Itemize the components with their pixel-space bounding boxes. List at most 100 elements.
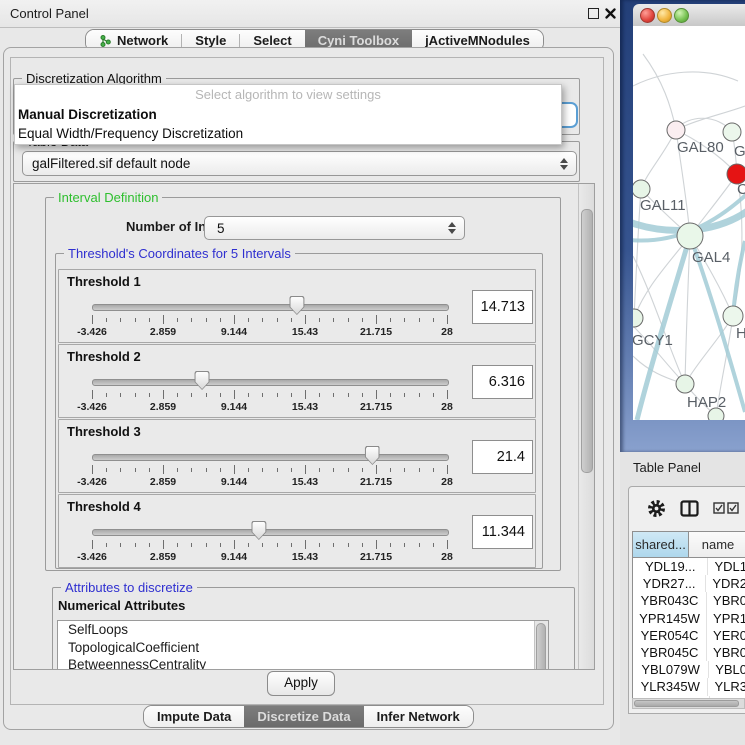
list-scrollbar[interactable] — [534, 621, 548, 670]
algorithm-option-equal-width-frequency-discretization[interactable]: Equal Width/Frequency Discretization — [15, 124, 561, 143]
algorithm-option-manual-discretization[interactable]: Manual Discretization — [15, 105, 561, 124]
threshold-value-field[interactable]: 21.4 — [472, 440, 533, 474]
column-layout-icon[interactable] — [680, 500, 699, 517]
column-header-name[interactable]: name — [689, 532, 745, 557]
attributes-group: Attributes to discretize Numerical Attri… — [52, 587, 575, 670]
scrollbar-thumb[interactable] — [634, 700, 739, 707]
slider-thumb[interactable] — [365, 446, 380, 465]
attribute-item-topologicalcoefficient[interactable]: TopologicalCoefficient — [58, 639, 548, 657]
slider-ticks — [92, 390, 447, 400]
close-traffic-light-icon[interactable] — [640, 8, 655, 23]
node-label: GAL11 — [640, 197, 686, 214]
cell-name[interactable]: YBL0 — [709, 661, 745, 678]
network-canvas[interactable]: GAL80G.CGAL11GAL4GCY1HHAP2 — [633, 26, 745, 420]
network-node[interactable] — [723, 306, 743, 326]
close-icon[interactable] — [605, 8, 616, 19]
cell-shared-name[interactable]: YPR145W — [633, 610, 707, 627]
select-columns-icon[interactable] — [713, 502, 739, 514]
float-window-icon[interactable] — [588, 8, 599, 19]
gear-icon[interactable] — [647, 499, 666, 518]
slider-thumb[interactable] — [251, 521, 266, 540]
cell-shared-name[interactable]: YBR043C — [633, 592, 707, 609]
tab-infer-network[interactable]: Infer Network — [364, 706, 473, 727]
numerical-attributes-list: SelfLoopsTopologicalCoefficientBetweenne… — [57, 620, 549, 670]
cell-shared-name[interactable]: YBR045C — [633, 644, 707, 661]
slider-track[interactable] — [92, 454, 449, 461]
table-row[interactable]: YBR043CYBR0 — [633, 592, 745, 609]
bottom-tab-bar: Impute Data Discretize Data Infer Network — [143, 705, 474, 728]
slider-ticks — [92, 540, 447, 550]
threshold-value-field[interactable]: 14.713 — [472, 290, 533, 324]
table-horizontal-scrollbar[interactable] — [632, 698, 745, 709]
tab-label: Impute Data — [157, 709, 231, 724]
threshold-value-field[interactable]: 6.316 — [472, 365, 533, 399]
combo-arrows-icon — [556, 158, 572, 170]
threshold-value-field[interactable]: 11.344 — [472, 515, 533, 549]
attribute-item-selfloops[interactable]: SelfLoops — [58, 621, 548, 639]
zoom-traffic-light-icon[interactable] — [674, 8, 689, 23]
network-window-titlebar[interactable] — [633, 4, 745, 27]
tab-label: Select — [253, 33, 291, 48]
cell-shared-name[interactable]: YLR345W — [633, 678, 708, 695]
cell-shared-name[interactable]: YDR27... — [633, 575, 706, 592]
settings-scroll-pane: Interval Definition Number of Intervals … — [13, 183, 595, 670]
threshold-slider[interactable]: -3.4262.8599.14415.4321.71528 — [92, 523, 447, 563]
tab-impute-data[interactable]: Impute Data — [144, 706, 244, 727]
scrollbar-thumb[interactable] — [581, 209, 593, 473]
apply-button[interactable]: Apply — [267, 671, 335, 696]
num-intervals-combobox[interactable]: 5 — [204, 216, 465, 240]
table-row[interactable]: YBL079WYBL0 — [633, 661, 745, 678]
node-label: H — [736, 325, 745, 342]
threshold-slider[interactable]: -3.4262.8599.14415.4321.71528 — [92, 298, 447, 338]
attribute-item-betweennesscentrality[interactable]: BetweennessCentrality — [58, 656, 548, 670]
network-node[interactable] — [723, 123, 741, 141]
threshold-label: Threshold 3 — [67, 424, 141, 439]
combo-arrows-icon — [444, 222, 460, 234]
slider-thumb[interactable] — [195, 371, 210, 390]
network-node[interactable] — [667, 121, 685, 139]
slider-thumb[interactable] — [289, 296, 304, 315]
minimize-traffic-light-icon[interactable] — [657, 8, 672, 23]
slider-track[interactable] — [92, 379, 449, 386]
table-row[interactable]: YPR145WYPR1 — [633, 610, 745, 627]
tab-label: Cyni Toolbox — [318, 33, 399, 48]
table-row[interactable]: YLR345WYLR3 — [633, 678, 745, 695]
threshold-slider[interactable]: -3.4262.8599.14415.4321.71528 — [92, 373, 447, 413]
network-node[interactable] — [676, 375, 694, 393]
cell-name[interactable]: YBR0 — [707, 592, 745, 609]
table-data-combobox[interactable]: galFiltered.sif default node — [22, 151, 577, 176]
threshold-row: Threshold 3 -3.4262.8599.14415.4321.7152… — [58, 419, 536, 493]
cell-name[interactable]: YDL1 — [708, 558, 745, 575]
tab-label: Infer Network — [377, 709, 460, 724]
cell-shared-name[interactable]: YBL079W — [633, 661, 709, 678]
network-node[interactable] — [633, 309, 643, 327]
cell-shared-name[interactable]: YDL19... — [633, 558, 708, 575]
cell-name[interactable]: YER0 — [707, 627, 745, 644]
network-node[interactable] — [633, 180, 650, 198]
table-row[interactable]: YDL19...YDL1 — [633, 558, 745, 575]
threshold-row: Threshold 4 -3.4262.8599.14415.4321.7152… — [58, 494, 536, 568]
table-panel-title: Table Panel — [633, 460, 701, 475]
cell-shared-name[interactable]: YER054C — [633, 627, 707, 644]
table-row[interactable]: YER054CYER0 — [633, 627, 745, 644]
threshold-row: Threshold 2 -3.4262.8599.14415.4321.7152… — [58, 344, 536, 418]
slider-ticks — [92, 315, 447, 325]
network-node[interactable] — [677, 223, 703, 249]
popup-placeholder: Select algorithm to view settings — [15, 85, 561, 105]
tab-label: jActiveMNodules — [425, 33, 530, 48]
slider-track[interactable] — [92, 529, 449, 536]
slider-track[interactable] — [92, 304, 449, 311]
slider-tick-labels: -3.4262.8599.14415.4321.71528 — [92, 326, 447, 338]
tab-discretize-data[interactable]: Discretize Data — [244, 706, 363, 727]
table-row[interactable]: YDR27...YDR2 — [633, 575, 745, 592]
table-row[interactable]: YBR045CYBR0 — [633, 644, 745, 661]
node-label: C — [737, 181, 745, 198]
threshold-slider[interactable]: -3.4262.8599.14415.4321.71528 — [92, 448, 447, 488]
cell-name[interactable]: YPR1 — [707, 610, 745, 627]
cell-name[interactable]: YBR0 — [707, 644, 745, 661]
settings-scrollbar[interactable] — [578, 184, 594, 669]
network-icon — [99, 34, 112, 48]
cell-name[interactable]: YLR3 — [708, 678, 745, 695]
column-header-shared-name[interactable]: shared... — [633, 532, 689, 557]
cell-name[interactable]: YDR2 — [706, 575, 745, 592]
